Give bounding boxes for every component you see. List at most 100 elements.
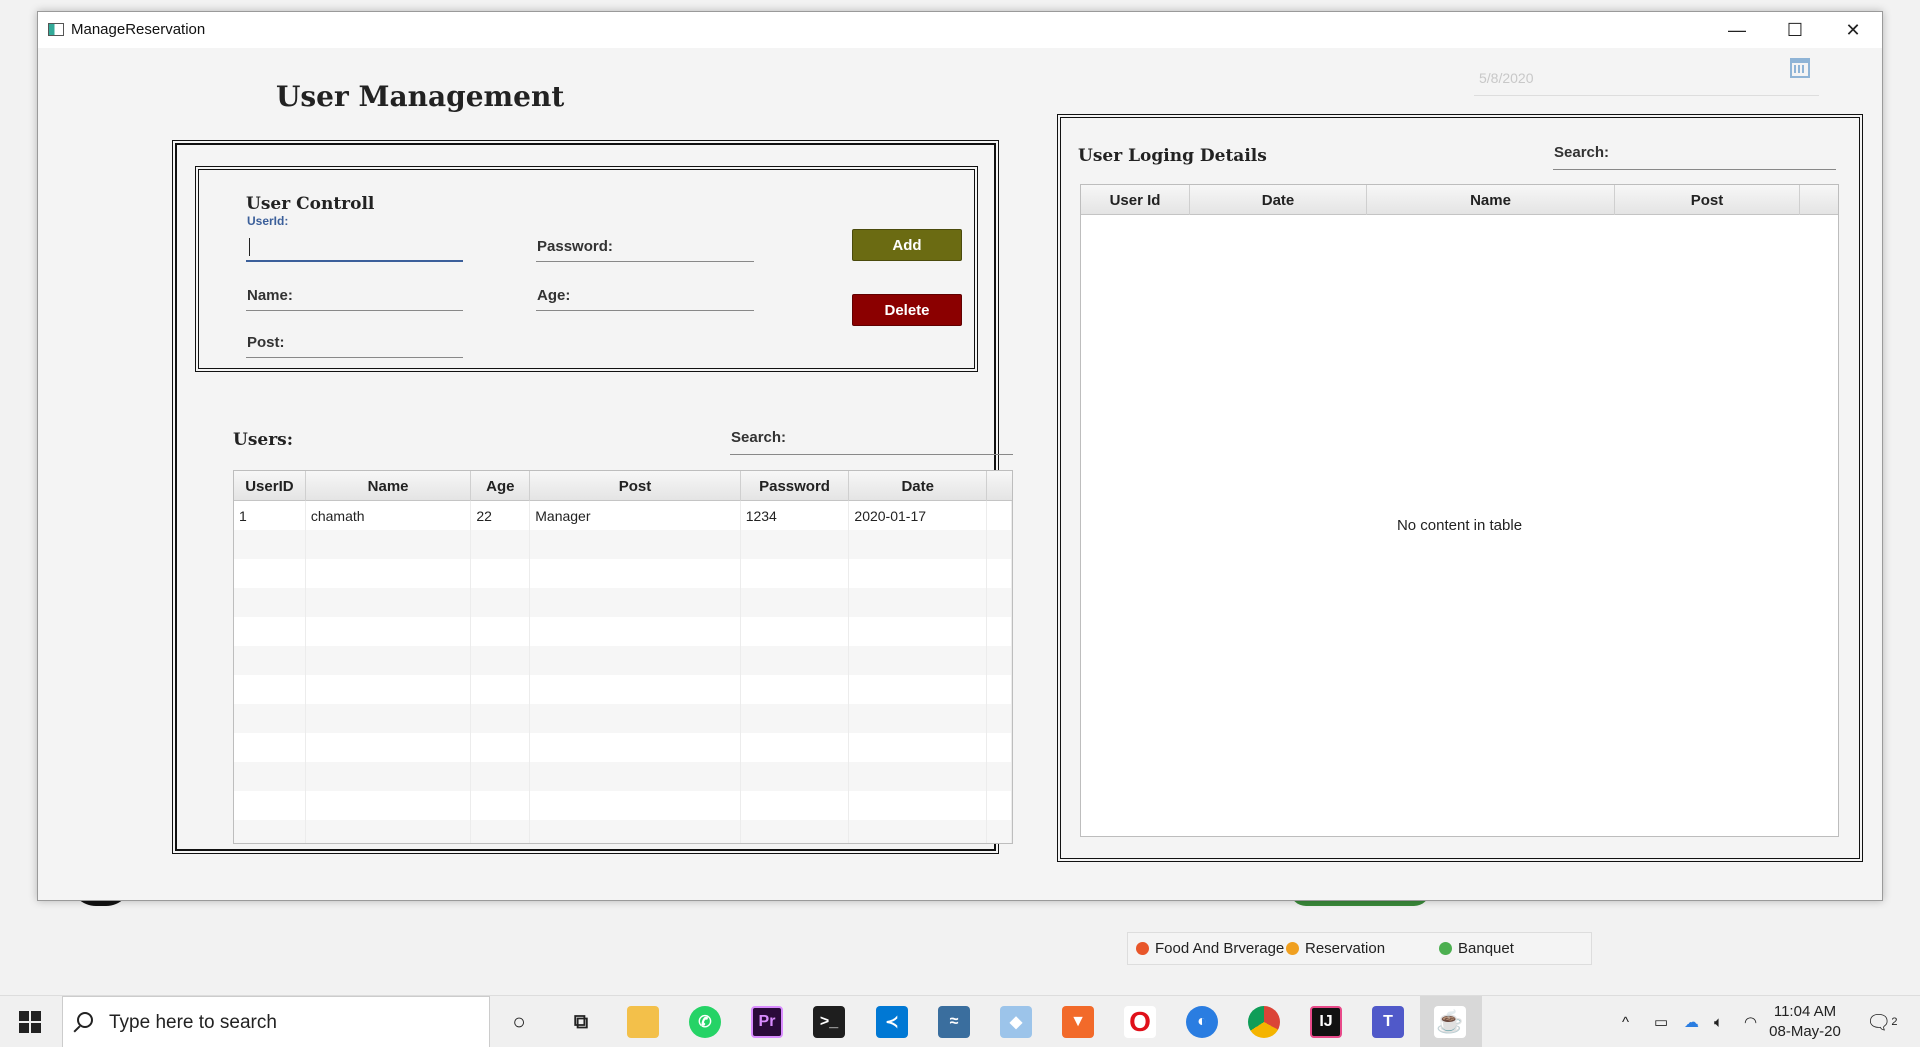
table-cell: 1234 xyxy=(741,501,850,530)
app-icon xyxy=(48,23,64,36)
users-table-header: UserID Name Age Post Password Date xyxy=(234,471,1012,501)
intellij-icon[interactable]: IJ xyxy=(1310,1006,1342,1038)
text-caret xyxy=(249,238,250,256)
taskbar-clock[interactable]: 11:04 AM 08-May-20 xyxy=(1762,1002,1848,1042)
start-button[interactable] xyxy=(0,996,60,1047)
legend-label: Food And Brverage xyxy=(1155,940,1285,957)
column-header[interactable]: Post xyxy=(1615,185,1800,215)
brave-icon[interactable]: ▼ xyxy=(1062,1006,1094,1038)
wifi-icon[interactable]: ◠ xyxy=(1744,996,1757,1047)
calendar-icon[interactable] xyxy=(1790,58,1810,78)
add-button[interactable]: Add xyxy=(852,229,962,261)
volume-icon[interactable]: 🔈︎ xyxy=(1714,996,1723,1047)
login-table-header: User Id Date Name Post xyxy=(1081,185,1838,215)
users-table: UserID Name Age Post Password Date 1 cha… xyxy=(233,470,1013,844)
legend-item: Reservation xyxy=(1286,940,1385,957)
users-search-input[interactable]: Search: xyxy=(730,423,1013,455)
cortana-icon[interactable]: ○ xyxy=(503,1006,535,1038)
post-label: Post: xyxy=(247,334,285,351)
column-header-filler xyxy=(1800,185,1838,215)
column-header[interactable]: Name xyxy=(306,471,472,501)
onedrive-icon[interactable]: ☁ xyxy=(1684,996,1699,1047)
table-row-empty xyxy=(234,675,1012,704)
table-row-empty xyxy=(234,704,1012,733)
table-row[interactable]: 1 chamath 22 Manager 1234 2020-01-17 xyxy=(234,501,1012,530)
close-button[interactable]: ✕ xyxy=(1824,12,1882,48)
table-row-empty xyxy=(234,733,1012,762)
name-label: Name: xyxy=(247,287,293,304)
chrome-icon[interactable] xyxy=(1248,1006,1280,1038)
table-row-empty xyxy=(234,791,1012,820)
post-field[interactable]: Post: xyxy=(246,326,463,358)
userid-label: UserId: xyxy=(247,214,289,228)
title-bar[interactable]: ManageReservation — ☐ ✕ xyxy=(38,12,1882,48)
minimize-button[interactable]: — xyxy=(1708,12,1766,48)
terminal-icon[interactable]: >_ xyxy=(813,1006,845,1038)
users-search-label: Search: xyxy=(731,429,787,446)
column-header[interactable]: UserID xyxy=(234,471,306,501)
whatsapp-icon[interactable]: ✆ xyxy=(689,1006,721,1038)
delete-button[interactable]: Delete xyxy=(852,294,962,326)
empty-table-message: No content in table xyxy=(1396,517,1523,534)
password-label: Password: xyxy=(537,238,613,255)
task-view-icon[interactable]: ⧉ xyxy=(565,1006,597,1038)
name-field[interactable]: Name: xyxy=(246,279,463,311)
table-cell: 2020-01-17 xyxy=(849,501,988,530)
column-header[interactable]: User Id xyxy=(1081,185,1190,215)
column-header[interactable]: Post xyxy=(530,471,741,501)
legend-dot xyxy=(1136,942,1149,955)
login-search-input[interactable]: Search: xyxy=(1553,138,1836,170)
mysql-workbench-icon[interactable]: ≈ xyxy=(938,1006,970,1038)
date-picker-field[interactable]: 5/8/2020 xyxy=(1474,56,1819,96)
search-icon xyxy=(77,1012,93,1028)
column-header[interactable]: Password xyxy=(741,471,850,501)
age-label: Age: xyxy=(537,287,571,304)
table-cell: Manager xyxy=(530,501,741,530)
table-cell: 22 xyxy=(471,501,531,530)
users-section-title: Users: xyxy=(233,430,294,450)
column-header-filler xyxy=(987,471,1012,501)
tray-chevron-icon[interactable]: ^ xyxy=(1622,996,1629,1047)
table-row-empty xyxy=(234,617,1012,646)
legend-label: Reservation xyxy=(1305,940,1386,957)
firefox-icon[interactable]: ◐ xyxy=(1186,1006,1218,1038)
taskbar-search-box[interactable]: Type here to search xyxy=(62,996,490,1047)
opera-icon[interactable]: O xyxy=(1124,1006,1156,1038)
battery-icon[interactable]: ▭ xyxy=(1654,996,1668,1047)
userid-field[interactable]: UserId: xyxy=(246,214,463,262)
login-details-title: User Loging Details xyxy=(1078,146,1267,166)
notification-center-icon[interactable]: 🗨︎ 2 xyxy=(1866,996,1898,1047)
maximize-button[interactable]: ☐ xyxy=(1766,12,1824,48)
clock-time: 11:04 AM xyxy=(1773,1003,1837,1020)
column-header[interactable]: Date xyxy=(1190,185,1367,215)
file-explorer-icon[interactable] xyxy=(627,1006,659,1038)
vscode-icon[interactable]: ≺ xyxy=(876,1006,908,1038)
column-header[interactable]: Date xyxy=(849,471,988,501)
table-cell xyxy=(987,501,1012,530)
teams-icon[interactable]: T xyxy=(1372,1006,1404,1038)
column-header[interactable]: Name xyxy=(1367,185,1615,215)
taskbar: Type here to search ○ ⧉ ✆ Pr >_ ≺ ≈ ◆ ▼ … xyxy=(0,995,1920,1047)
legend-dot xyxy=(1439,942,1452,955)
age-field[interactable]: Age: xyxy=(536,279,754,311)
chart-legend: Food And Brverage Reservation Banquet xyxy=(1127,932,1592,965)
legend-label: Banquet xyxy=(1458,940,1514,957)
window-title: ManageReservation xyxy=(71,21,206,38)
table-row-empty xyxy=(234,530,1012,559)
table-row-empty xyxy=(234,646,1012,675)
premiere-icon[interactable]: Pr xyxy=(751,1006,783,1038)
cube-icon[interactable]: ◆ xyxy=(1000,1006,1032,1038)
users-table-body: 1 chamath 22 Manager 1234 2020-01-17 xyxy=(234,501,1012,843)
taskbar-search-placeholder: Type here to search xyxy=(109,1012,277,1033)
column-header[interactable]: Age xyxy=(471,471,531,501)
windows-icon xyxy=(19,1011,41,1033)
java-icon[interactable]: ☕ xyxy=(1434,1006,1466,1038)
table-row-empty xyxy=(234,559,1012,588)
table-row-empty xyxy=(234,820,1012,843)
date-value: 5/8/2020 xyxy=(1479,70,1534,86)
clock-date: 08-May-20 xyxy=(1769,1023,1841,1040)
legend-dot xyxy=(1286,942,1299,955)
password-field[interactable]: Password: xyxy=(536,230,754,262)
legend-item: Banquet xyxy=(1439,940,1514,957)
user-control-title: User Controll xyxy=(246,194,375,214)
